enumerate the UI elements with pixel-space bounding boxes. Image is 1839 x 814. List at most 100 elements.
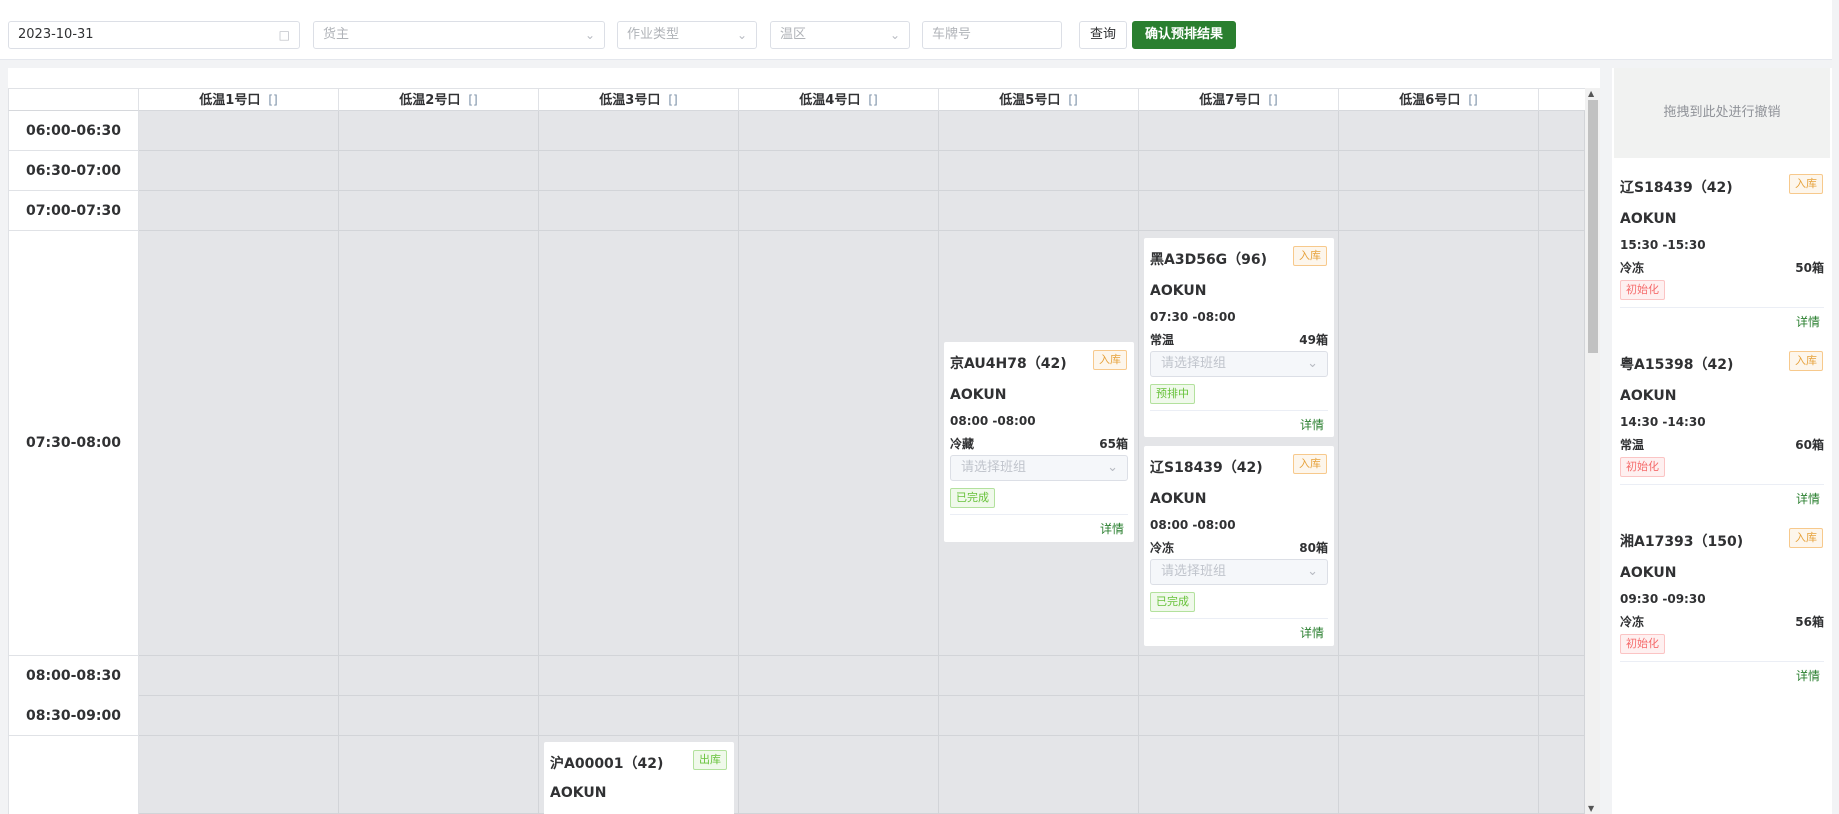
schedule-slot[interactable] — [939, 696, 1139, 736]
schedule-card[interactable]: 辽S18439（42) 入库 AOKUN 08:00 -08:00 冷冻 80箱… — [1144, 446, 1334, 646]
schedule-card[interactable]: 京AU4H78（42) 入库 AOKUN 08:00 -08:00 冷藏 65箱… — [944, 342, 1134, 542]
column-mark[interactable]: [] — [1268, 93, 1277, 107]
schedule-slot[interactable] — [539, 151, 739, 191]
schedule-slot[interactable] — [739, 656, 939, 696]
schedule-slot[interactable] — [139, 151, 339, 191]
schedule-slot[interactable] — [339, 696, 539, 736]
schedule-slot[interactable] — [1139, 111, 1339, 151]
card-divider — [950, 514, 1128, 515]
column-mark[interactable]: [] — [868, 93, 877, 107]
date-picker[interactable]: 2023-10-31 □ — [8, 21, 300, 49]
card-detail-link[interactable]: 详情 — [1796, 667, 1820, 684]
operation-type-select[interactable]: 作业类型 ⌄ — [617, 21, 757, 49]
team-select[interactable]: 请选择班组 ⌄ — [950, 455, 1128, 481]
schedule-slot[interactable] — [139, 231, 339, 656]
schedule-slot[interactable] — [739, 736, 939, 814]
schedule-slot[interactable] — [1139, 696, 1339, 736]
schedule-slot[interactable] — [339, 736, 539, 814]
card-time: 15:30 -15:30 — [1620, 238, 1706, 252]
schedule-slot[interactable] — [339, 656, 539, 696]
schedule-slot[interactable] — [339, 111, 539, 151]
schedule-slot[interactable] — [1539, 191, 1585, 231]
schedule-slot[interactable] — [739, 151, 939, 191]
schedule-slot[interactable] — [139, 696, 339, 736]
schedule-slot[interactable] — [1539, 736, 1585, 814]
schedule-slot[interactable] — [1339, 656, 1539, 696]
schedule-slot[interactable] — [139, 191, 339, 231]
schedule-slot[interactable] — [139, 656, 339, 696]
schedule-slot[interactable] — [1339, 111, 1539, 151]
scroll-up-arrow-icon[interactable]: ▲ — [1588, 89, 1594, 98]
schedule-slot[interactable] — [1139, 736, 1339, 814]
card-qty: 65箱 — [1099, 437, 1128, 451]
card-temp: 冷藏 — [950, 437, 975, 451]
card-plate: 京AU4H78（42) — [950, 356, 1067, 372]
column-mark[interactable]: [] — [468, 93, 477, 107]
schedule-slot[interactable] — [939, 111, 1139, 151]
schedule-slot[interactable] — [1339, 736, 1539, 814]
schedule-slot[interactable] — [1139, 656, 1339, 696]
schedule-slot[interactable] — [539, 231, 739, 656]
temp-zone-select[interactable]: 温区 ⌄ — [770, 21, 910, 49]
column-mark[interactable]: [] — [668, 93, 677, 107]
schedule-slot[interactable] — [339, 191, 539, 231]
unscheduled-card[interactable]: 辽S18439（42) 入库 AOKUN 15:30 -15:30 冷冻 50箱… — [1614, 166, 1830, 334]
schedule-slot[interactable] — [539, 191, 739, 231]
query-button[interactable]: 查询 — [1079, 21, 1127, 49]
card-time: 07:30 -08:00 — [1150, 310, 1236, 324]
card-plate: 湘A17393（150) — [1620, 534, 1744, 550]
schedule-slot[interactable] — [539, 696, 739, 736]
schedule-slot[interactable] — [139, 111, 339, 151]
schedule-slot[interactable] — [139, 736, 339, 814]
card-detail-link[interactable]: 详情 — [1100, 520, 1124, 537]
owner-placeholder: 货主 — [323, 27, 350, 42]
schedule-slot[interactable] — [1539, 151, 1585, 191]
schedule-slot[interactable] — [939, 736, 1139, 814]
schedule-board: 低温1号口[] 低温2号口[] 低温3号口[] 低温4号口[] 低温5号口[] … — [8, 68, 1600, 814]
schedule-slot[interactable] — [739, 191, 939, 231]
card-status: 初始化 — [1620, 634, 1665, 654]
unscheduled-card[interactable]: 粤A15398（42) 入库 AOKUN 14:30 -14:30 常温 60箱… — [1614, 343, 1830, 511]
schedule-slot[interactable] — [339, 151, 539, 191]
vertical-scrollbar[interactable]: ▲ ▼ — [1585, 88, 1600, 814]
team-select[interactable]: 请选择班组 ⌄ — [1150, 559, 1328, 585]
plate-input[interactable]: 车牌号 — [922, 21, 1062, 49]
schedule-slot[interactable] — [539, 111, 739, 151]
card-detail-link[interactable]: 详情 — [1300, 624, 1324, 641]
card-detail-link[interactable]: 详情 — [1796, 313, 1820, 330]
card-temp: 冷冻 — [1620, 615, 1645, 629]
schedule-slot[interactable] — [1139, 191, 1339, 231]
confirm-schedule-button[interactable]: 确认预排结果 — [1132, 21, 1236, 49]
schedule-card[interactable]: 黑A3D56G（96) 入库 AOKUN 07:30 -08:00 常温 49箱… — [1144, 238, 1334, 437]
card-divider — [1620, 661, 1824, 662]
schedule-slot[interactable] — [739, 111, 939, 151]
undo-drop-zone[interactable]: 拖拽到此处进行撤销 — [1614, 68, 1830, 158]
schedule-slot[interactable] — [1139, 151, 1339, 191]
schedule-slot[interactable] — [1539, 696, 1585, 736]
column-mark[interactable]: [] — [1468, 93, 1477, 107]
schedule-slot[interactable] — [739, 696, 939, 736]
card-detail-link[interactable]: 详情 — [1796, 490, 1820, 507]
schedule-slot[interactable] — [939, 191, 1139, 231]
scroll-down-arrow-icon[interactable]: ▼ — [1588, 804, 1594, 813]
schedule-slot[interactable] — [339, 231, 539, 656]
schedule-slot[interactable] — [1539, 231, 1585, 656]
schedule-slot[interactable] — [1339, 231, 1539, 656]
card-detail-link[interactable]: 详情 — [1300, 416, 1324, 433]
schedule-slot[interactable] — [939, 151, 1139, 191]
schedule-card[interactable]: 沪A00001（42) 出库 AOKUN — [544, 742, 734, 814]
schedule-slot[interactable] — [1339, 151, 1539, 191]
schedule-slot[interactable] — [1339, 696, 1539, 736]
scrollbar-thumb[interactable] — [1588, 100, 1598, 353]
owner-select[interactable]: 货主 ⌄ — [313, 21, 605, 49]
column-mark[interactable]: [] — [1068, 93, 1077, 107]
schedule-slot[interactable] — [739, 231, 939, 656]
team-select[interactable]: 请选择班组 ⌄ — [1150, 351, 1328, 377]
schedule-slot[interactable] — [939, 656, 1139, 696]
schedule-slot[interactable] — [539, 656, 739, 696]
unscheduled-card[interactable]: 湘A17393（150) 入库 AOKUN 09:30 -09:30 冷冻 56… — [1614, 520, 1830, 688]
column-mark[interactable]: [] — [268, 93, 277, 107]
schedule-slot[interactable] — [1539, 111, 1585, 151]
schedule-slot[interactable] — [1339, 191, 1539, 231]
schedule-slot[interactable] — [1539, 656, 1585, 696]
